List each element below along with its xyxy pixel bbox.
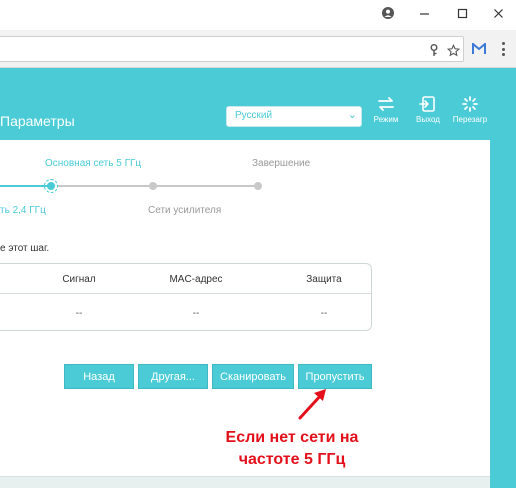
step-label-extender: Сети усилителя: [148, 205, 222, 216]
logout-icon: [419, 96, 435, 112]
table-cell-signal: --: [75, 308, 83, 319]
menu-icon[interactable]: [496, 40, 510, 58]
close-icon[interactable]: [480, 0, 516, 26]
table-cell-mac: --: [192, 308, 200, 319]
mode-icon: [378, 97, 394, 111]
table-divider: [0, 293, 371, 294]
table-header-mac: MAC-адрес: [169, 274, 223, 285]
mode-button-label: Режим: [373, 115, 399, 124]
stepper-track-pending: [58, 185, 258, 187]
table-header-security: Защита: [306, 274, 342, 285]
reboot-button-label: Перезагр: [452, 115, 488, 124]
step-dot-current: [44, 179, 58, 193]
right-sidebar: [490, 140, 516, 488]
chevron-down-icon: ⌄: [347, 108, 357, 121]
mode-button[interactable]: Режим: [364, 96, 408, 132]
table-cell-security: --: [320, 308, 328, 319]
step-label-main-24ghz: ть 2,4 ГГц: [0, 205, 46, 216]
back-button[interactable]: Назад: [64, 364, 134, 389]
language-select-value: Русский: [235, 110, 273, 121]
logout-button[interactable]: Выход: [406, 96, 450, 132]
annotation-arrow-icon: [298, 389, 326, 420]
step-label-finish: Завершение: [252, 158, 311, 169]
table-header-signal: Сигнал: [62, 274, 96, 285]
app-header: Параметры Русский ⌄ Режим Выход Перезагр: [0, 68, 516, 140]
browser-titlebar: [0, 0, 516, 30]
key-icon[interactable]: [427, 37, 441, 63]
language-select[interactable]: Русский ⌄: [226, 106, 362, 127]
browser-toolbar: [0, 30, 516, 68]
maximize-icon[interactable]: [444, 0, 480, 26]
footer-strip: [0, 476, 490, 488]
step-dot-extender: [149, 182, 157, 190]
step-dot-finish: [254, 182, 262, 190]
reboot-button[interactable]: Перезагр: [448, 96, 492, 132]
annotation-line-2: частоте 5 ГГц: [238, 451, 346, 468]
scan-button[interactable]: Сканировать: [212, 364, 294, 389]
instruction-text: е этот шаг.: [0, 243, 50, 254]
annotation-text: Если нет сети на частоте 5 ГГц: [196, 427, 388, 471]
logout-button-label: Выход: [416, 115, 440, 124]
other-network-button[interactable]: Другая...: [138, 364, 208, 389]
step-label-main-5ghz: Основная сеть 5 ГГц: [45, 158, 142, 169]
gmail-extension-icon[interactable]: [470, 40, 488, 58]
reboot-icon: [462, 96, 478, 112]
annotation-line-1: Если нет сети на: [225, 429, 359, 446]
network-table: Сигнал MAC-адрес Защита -- -- --: [0, 263, 372, 331]
page-title: Параметры: [0, 113, 75, 129]
address-bar[interactable]: [0, 36, 464, 62]
star-icon[interactable]: [445, 37, 461, 63]
account-icon[interactable]: [370, 0, 406, 26]
minimize-icon[interactable]: [406, 0, 442, 26]
